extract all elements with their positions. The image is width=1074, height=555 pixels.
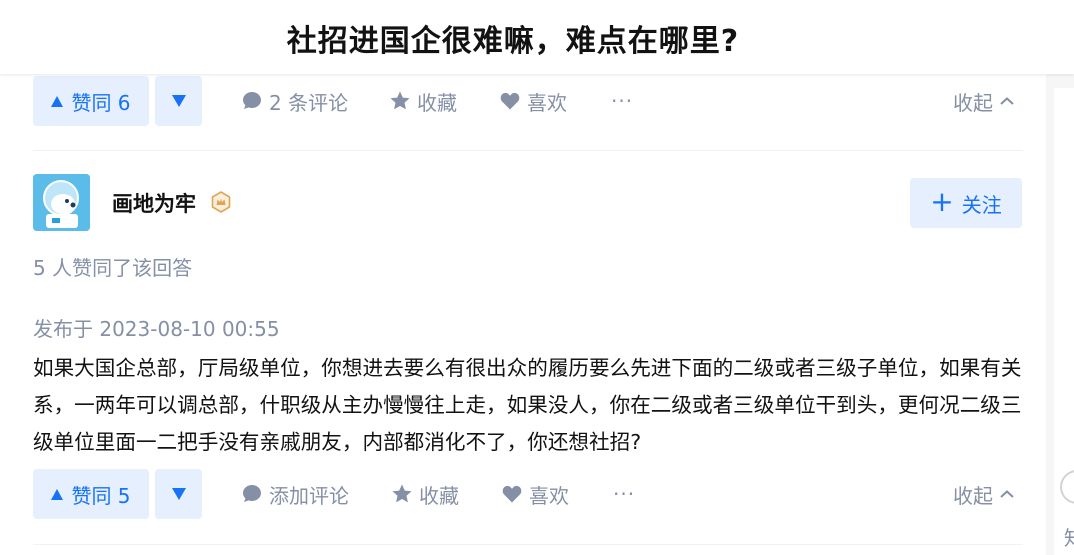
like-button[interactable]: 喜欢 — [499, 76, 567, 126]
comment-button[interactable]: 2 条评论 — [241, 76, 348, 126]
vote-down-button[interactable] — [155, 469, 202, 519]
sidebar-partial-text: 知 — [1064, 522, 1074, 551]
more-icon: ··· — [613, 482, 636, 506]
previous-answer-actions: 赞同 6 2 条评论 收藏 喜欢 ··· 收起 — [33, 76, 1023, 126]
more-icon: ··· — [611, 89, 634, 113]
heart-icon — [502, 485, 522, 503]
arrow-up-icon — [51, 95, 64, 107]
plus-icon: + — [930, 184, 954, 218]
favorite-button[interactable]: 收藏 — [391, 469, 459, 519]
comment-icon — [243, 92, 261, 109]
answer-actions: 赞同 5 添加评论 收藏 喜欢 ··· 收起 — [33, 469, 1023, 519]
vote-up-label: 赞同 6 — [71, 90, 131, 115]
author-avatar[interactable] — [33, 174, 90, 231]
avatar-image — [33, 174, 90, 231]
badge-icon — [209, 190, 233, 214]
follow-button[interactable]: + 关注 — [910, 178, 1022, 228]
chevron-up-icon — [1000, 490, 1014, 498]
more-options-button[interactable]: ··· — [613, 469, 635, 519]
question-header: 社招进国企很难嘛，难点在哪里? — [0, 0, 1074, 74]
like-label: 喜欢 — [529, 483, 569, 508]
favorite-label: 收藏 — [419, 483, 459, 508]
add-comment-button[interactable]: 添加评论 — [241, 469, 349, 519]
arrow-up-icon — [51, 488, 64, 500]
bottom-divider — [33, 544, 1023, 545]
answer-divider — [33, 150, 1023, 151]
publish-time[interactable]: 发布于 2023-08-10 00:55 — [33, 313, 280, 342]
like-button[interactable]: 喜欢 — [501, 469, 569, 519]
like-label: 喜欢 — [527, 90, 567, 115]
answer-content: 如果大国企总部，厅局级单位，你想进去要么有很出众的履历要么先进下面的二级或者三级… — [33, 356, 1022, 454]
collapse-button[interactable]: 收起 — [953, 469, 1015, 519]
collapse-label: 收起 — [953, 90, 993, 115]
comment-label: 添加评论 — [269, 483, 349, 508]
vote-down-button[interactable] — [155, 76, 202, 126]
vote-up-button[interactable]: 赞同 5 — [33, 469, 149, 519]
favorite-label: 收藏 — [417, 90, 457, 115]
follow-label: 关注 — [961, 192, 1002, 217]
comment-label: 2 条评论 — [269, 90, 349, 115]
arrow-down-icon — [171, 95, 186, 107]
favorite-button[interactable]: 收藏 — [389, 76, 457, 126]
more-options-button[interactable]: ··· — [611, 76, 633, 126]
vote-up-label: 赞同 5 — [71, 483, 131, 508]
arrow-down-icon — [171, 488, 186, 500]
star-icon — [390, 91, 410, 110]
author-name[interactable]: 画地为牢 — [112, 188, 196, 218]
star-icon — [392, 484, 412, 503]
chevron-up-icon — [1000, 97, 1014, 105]
question-title: 社招进国企很难嘛，难点在哪里? — [286, 24, 740, 59]
answer-card: 赞同 6 2 条评论 收藏 喜欢 ··· 收起 画地为牢 + 关注 5 人赞同了… — [0, 74, 1046, 555]
collapse-button[interactable]: 收起 — [953, 76, 1015, 126]
collapse-label: 收起 — [953, 483, 993, 508]
vote-up-button[interactable]: 赞同 6 — [33, 76, 149, 126]
vote-summary: 5 人赞同了该回答 — [33, 256, 193, 280]
heart-icon — [500, 92, 520, 110]
comment-icon — [243, 485, 261, 502]
